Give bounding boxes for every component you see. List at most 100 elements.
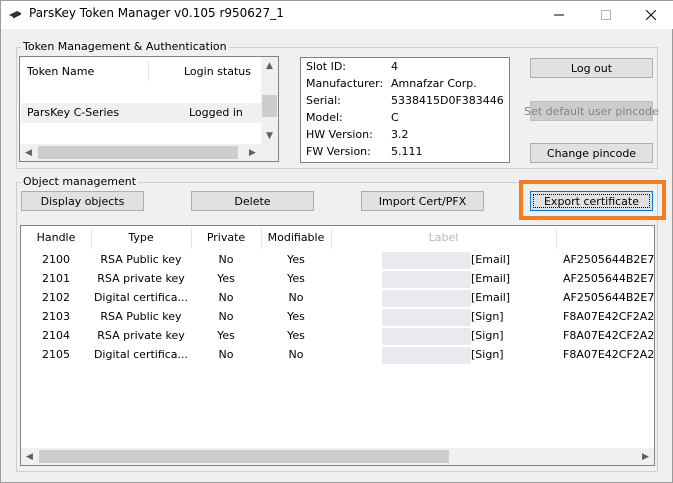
handle-cell: 2100 xyxy=(42,253,70,266)
hw-version-value: 3.2 xyxy=(391,128,409,141)
id-cell: AF2505644B2E718 xyxy=(563,291,655,304)
scroll-left-icon[interactable]: ◀ xyxy=(21,448,38,465)
scroll-up-icon[interactable]: ▲ xyxy=(261,57,278,74)
handle-cell: 2105 xyxy=(42,348,70,361)
scroll-thumb[interactable] xyxy=(39,450,449,463)
type-cell: RSA private key xyxy=(97,329,185,342)
column-header-type[interactable]: Type xyxy=(91,231,191,244)
slot-id-value: 4 xyxy=(391,60,398,73)
column-header-label[interactable]: Label xyxy=(331,231,556,244)
scroll-left-icon[interactable]: ◀ xyxy=(20,144,37,161)
serial-value: 5338415D0F383446 xyxy=(391,94,504,107)
objects-table[interactable]: Handle Type Private Modifiable Label 210… xyxy=(20,225,655,466)
scroll-thumb[interactable] xyxy=(38,146,238,159)
token-name-cell: ParsKey C-Series xyxy=(27,106,120,119)
private-cell: Yes xyxy=(217,272,235,285)
label-cell: [Email] xyxy=(471,291,511,304)
maximize-icon xyxy=(601,10,611,20)
fw-version-value: 5.111 xyxy=(391,145,423,158)
close-icon xyxy=(646,10,656,20)
handle-cell: 2103 xyxy=(42,310,70,323)
redacted-label xyxy=(382,271,471,288)
key-icon xyxy=(9,11,21,19)
token-list[interactable]: Token Name Login status ParsKey C-Series… xyxy=(19,56,279,162)
label-cell: [Email] xyxy=(471,272,511,285)
highlight-frame xyxy=(519,180,666,220)
column-divider xyxy=(148,61,149,81)
token-management-label: Token Management & Authentication xyxy=(21,40,229,53)
token-info-panel: Slot ID: 4 Manufacturer: Amnafzar Corp. … xyxy=(300,57,510,163)
fw-version-label: FW Version: xyxy=(306,145,371,158)
maximize-button[interactable] xyxy=(583,1,629,29)
column-header-modifiable[interactable]: Modifiable xyxy=(261,231,331,244)
private-cell: No xyxy=(218,253,234,266)
type-cell: RSA Public key xyxy=(100,310,182,323)
type-cell: Digital certifica... xyxy=(93,291,189,304)
modifiable-cell: Yes xyxy=(287,253,305,266)
private-cell: No xyxy=(218,348,234,361)
manufacturer-label: Manufacturer: xyxy=(306,77,384,90)
label-cell: [Sign] xyxy=(471,310,504,323)
minimize-button[interactable] xyxy=(536,1,582,29)
modifiable-cell: No xyxy=(288,348,304,361)
app-window: ParsKey Token Manager v0.105 r950627_1 T… xyxy=(0,0,673,483)
token-row[interactable]: ParsKey C-Series Logged in xyxy=(21,103,261,123)
slot-id-label: Slot ID: xyxy=(306,60,346,73)
private-cell: No xyxy=(218,291,234,304)
column-header-handle[interactable]: Handle xyxy=(21,231,91,244)
type-cell: RSA private key xyxy=(97,272,185,285)
change-pincode-button[interactable]: Change pincode xyxy=(530,143,653,163)
redacted-label xyxy=(382,347,471,364)
modifiable-cell: No xyxy=(288,291,304,304)
import-cert-button[interactable]: Import Cert/PFX xyxy=(361,191,484,211)
logout-button[interactable]: Log out xyxy=(530,58,653,78)
private-cell: Yes xyxy=(217,329,235,342)
token-list-vscrollbar[interactable]: ▲ ▼ xyxy=(261,57,278,144)
label-cell: [Sign] xyxy=(471,348,504,361)
modifiable-cell: Yes xyxy=(287,272,305,285)
manufacturer-value: Amnafzar Corp. xyxy=(391,77,477,90)
token-status-cell: Logged in xyxy=(189,106,243,119)
id-cell: F8A07E42CF2A25 xyxy=(563,329,655,342)
object-management-label: Object management xyxy=(21,175,139,188)
column-header-token-name[interactable]: Token Name xyxy=(27,65,94,78)
model-label: Model: xyxy=(306,111,343,124)
display-objects-button[interactable]: Display objects xyxy=(21,191,144,211)
type-cell: Digital certifica... xyxy=(93,348,189,361)
serial-label: Serial: xyxy=(306,94,341,107)
delete-button[interactable]: Delete xyxy=(191,191,314,211)
label-cell: [Sign] xyxy=(471,329,504,342)
window-title: ParsKey Token Manager v0.105 r950627_1 xyxy=(29,6,284,20)
handle-cell: 2101 xyxy=(42,272,70,285)
scroll-right-icon[interactable]: ▶ xyxy=(637,448,654,465)
scroll-right-icon[interactable]: ▶ xyxy=(244,144,261,161)
scroll-thumb[interactable] xyxy=(262,95,277,117)
id-cell: F8A07E42CF2A25 xyxy=(563,348,655,361)
label-cell: [Email] xyxy=(471,253,511,266)
id-cell: F8A07E42CF2A25 xyxy=(563,310,655,323)
modifiable-cell: Yes xyxy=(287,310,305,323)
redacted-label xyxy=(382,290,471,307)
column-header-private[interactable]: Private xyxy=(191,231,261,244)
handle-cell: 2104 xyxy=(42,329,70,342)
column-divider xyxy=(556,229,557,249)
model-value: C xyxy=(391,111,399,124)
handle-cell: 2102 xyxy=(42,291,70,304)
close-button[interactable] xyxy=(628,1,673,29)
id-cell: AF2505644B2E718 xyxy=(563,253,655,266)
minimize-icon xyxy=(554,14,564,16)
type-cell: RSA Public key xyxy=(100,253,182,266)
redacted-label xyxy=(382,252,471,269)
column-header-login-status[interactable]: Login status xyxy=(184,65,251,78)
scroll-down-icon[interactable]: ▼ xyxy=(261,127,278,144)
objects-table-hscrollbar[interactable]: ◀ ▶ xyxy=(21,448,654,465)
id-cell: AF2505644B2E718 xyxy=(563,272,655,285)
private-cell: No xyxy=(218,310,234,323)
redacted-label xyxy=(382,309,471,326)
hw-version-label: HW Version: xyxy=(306,128,373,141)
modifiable-cell: Yes xyxy=(287,329,305,342)
title-bar[interactable]: ParsKey Token Manager v0.105 r950627_1 xyxy=(1,1,673,29)
set-default-pincode-button[interactable]: Set default user pincode xyxy=(524,101,659,121)
token-list-hscrollbar[interactable]: ◀ ▶ xyxy=(20,144,278,161)
redacted-label xyxy=(382,328,471,345)
